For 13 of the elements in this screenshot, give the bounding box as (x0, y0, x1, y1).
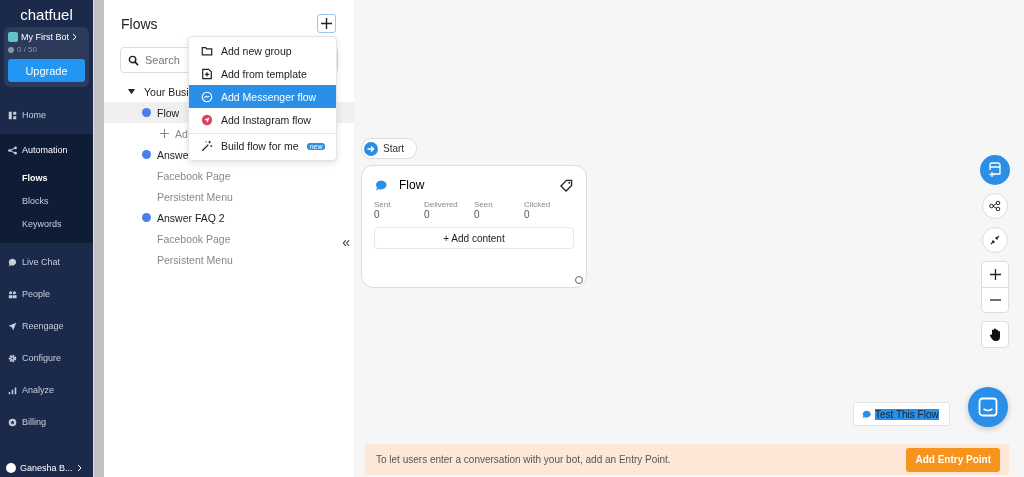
stat-value: 0 (374, 209, 381, 220)
stat-label: Delivered (424, 200, 459, 209)
stat-label: Seen (474, 200, 494, 209)
card-title: Flow (399, 178, 426, 192)
logo: chatfuel (19, 5, 74, 25)
banner-text: To let users enter a conversation with your bot, add an Entry Point. (376, 454, 671, 465)
stat-label: Sent (374, 200, 392, 209)
stat-value: 0 (424, 209, 431, 220)
stat-label: Clicked (524, 200, 552, 209)
usage-count: 0 / 50 (17, 45, 37, 54)
stat-value: 0 (474, 209, 481, 220)
stat-value: 0 (524, 209, 531, 220)
panel-title: Flows (121, 15, 158, 32)
